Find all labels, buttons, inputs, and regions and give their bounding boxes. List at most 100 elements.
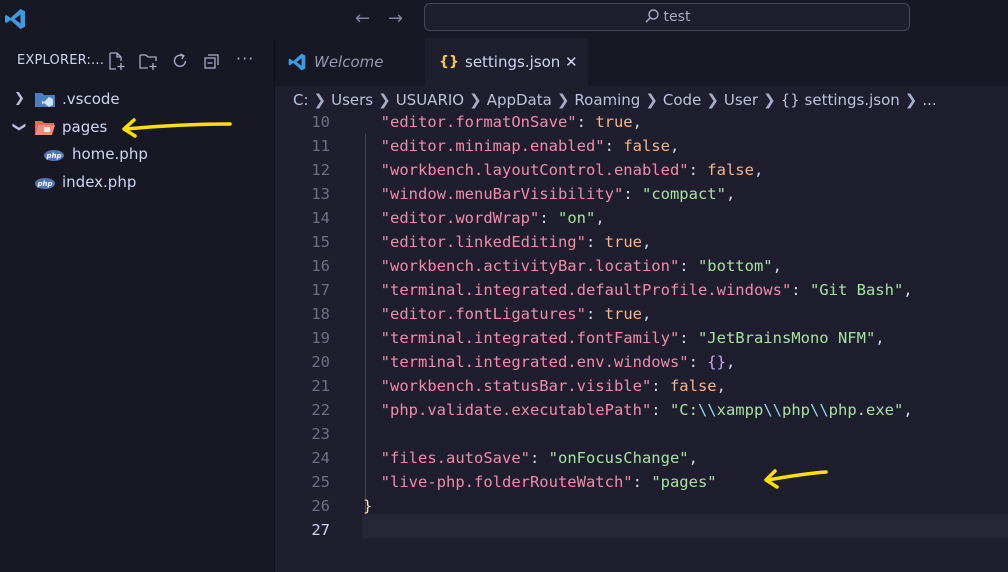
code-line[interactable]: 15 "editor.linkedEditing": true,	[275, 230, 1008, 254]
search-icon	[645, 9, 659, 23]
code-line[interactable]: 16 "workbench.activityBar.location": "bo…	[275, 254, 1008, 278]
tree-file-home-php[interactable]: php home.php	[0, 140, 274, 168]
tree-item-label: index.php	[62, 173, 137, 191]
editor-tabs: Welcome {} settings.json ✕	[275, 38, 1008, 86]
code-line[interactable]: 11 "editor.minimap.enabled": false,	[275, 134, 1008, 158]
json-value: "pages"	[651, 473, 717, 491]
line-number: 10	[311, 113, 330, 131]
json-punct: ,	[688, 449, 698, 467]
json-key: "editor.fontLigatures"	[380, 305, 586, 323]
svg-text:php: php	[45, 152, 61, 160]
code-text: "editor.minimap.enabled": false,	[380, 137, 680, 155]
line-number: 15	[311, 233, 330, 251]
forward-arrow-icon[interactable]: →	[388, 8, 403, 29]
tree-file-index-php[interactable]: php index.php	[0, 168, 274, 196]
collapse-all-icon[interactable]	[202, 51, 222, 71]
code-text: "window.menuBarVisibility": "compact",	[380, 185, 736, 203]
line-number: 13	[311, 185, 330, 203]
tab-label: Welcome	[314, 53, 384, 71]
code-line[interactable]: 13 "window.menuBarVisibility": "compact"…	[275, 182, 1008, 206]
tree-item-label: .vscode	[62, 90, 120, 108]
line-number: 16	[311, 257, 330, 275]
json-punct: ,	[641, 233, 652, 251]
code-line[interactable]: 19 "terminal.integrated.fontFamily": "Je…	[275, 326, 1008, 350]
json-punct: ,	[772, 257, 782, 275]
php-file-icon: php	[44, 150, 64, 161]
breadcrumb-item[interactable]: {} settings.json	[781, 91, 900, 109]
close-icon[interactable]: ✕	[565, 38, 578, 86]
chevron-down-icon: ❯	[11, 121, 27, 133]
json-value: true	[604, 305, 642, 323]
svg-text:php: php	[36, 180, 52, 188]
json-value: "onFocusChange"	[548, 449, 689, 467]
code-line[interactable]: 25 "live-php.folderRouteWatch": "pages"	[275, 470, 1008, 494]
json-value: false	[623, 137, 670, 155]
code-line[interactable]: 20 "terminal.integrated.env.windows": {}…	[275, 350, 1008, 374]
code-line[interactable]: 26}	[275, 494, 1008, 518]
json-key: "terminal.integrated.defaultProfile.wind…	[380, 281, 792, 299]
pages-folder-open-icon	[35, 121, 55, 135]
breadcrumb: C: ❯ Users ❯ USUARIO ❯ AppData ❯ Roaming ❯ Code ❯ Us…	[293, 88, 937, 112]
breadcrumb-item[interactable]: Roaming	[574, 91, 640, 109]
code-line[interactable]: 27	[275, 518, 1008, 542]
tree-item-label: pages	[62, 118, 108, 136]
code-line[interactable]: 23	[275, 422, 1008, 446]
code-line[interactable]: 22 "php.validate.executablePath": "C:\\x…	[275, 398, 1008, 422]
search-text: test	[663, 9, 691, 25]
tree-folder-vscode[interactable]: ❯ .vscode	[0, 85, 274, 113]
code-line[interactable]: 14 "editor.wordWrap": "on",	[275, 206, 1008, 230]
code-line[interactable]: 17 "terminal.integrated.defaultProfile.w…	[275, 278, 1008, 302]
json-value: false	[707, 161, 754, 179]
new-file-icon[interactable]	[106, 51, 126, 71]
json-punct: ,	[903, 281, 913, 299]
refresh-icon[interactable]	[170, 51, 190, 71]
code-text: "workbench.activityBar.location": "botto…	[380, 257, 782, 275]
json-value: false	[669, 377, 717, 395]
breadcrumb-separator-icon: ❯	[763, 91, 776, 109]
breadcrumb-separator-icon: ❯	[645, 91, 658, 109]
annotation-arrow-icon	[122, 118, 232, 138]
code-text: "workbench.layoutControl.enabled": false…	[380, 161, 764, 179]
line-number: 14	[311, 209, 330, 227]
code-text: "editor.fontLigatures": true,	[380, 305, 652, 323]
code-text: "editor.formatOnSave": true,	[380, 113, 642, 131]
line-number: 12	[311, 161, 330, 179]
line-number: 20	[311, 353, 330, 371]
command-center-search[interactable]: test	[424, 3, 910, 31]
code-text: "terminal.integrated.env.windows": {},	[380, 353, 736, 371]
code-line[interactable]: 21 "workbench.statusBar.visible": false,	[275, 374, 1008, 398]
breadcrumb-item[interactable]: Code	[663, 91, 701, 109]
editor-area[interactable]: C: ❯ Users ❯ USUARIO ❯ AppData ❯ Roaming ❯ Code ❯ Us…	[275, 86, 1008, 572]
json-key: "editor.linkedEditing"	[380, 233, 586, 251]
json-punct: ,	[595, 209, 605, 227]
breadcrumb-item[interactable]: C:	[293, 91, 309, 109]
new-folder-icon[interactable]	[138, 51, 158, 71]
code-line[interactable]: 10 "editor.formatOnSave": true,	[275, 110, 1008, 134]
breadcrumb-item[interactable]: Users	[331, 91, 373, 109]
code-line[interactable]: 24 "files.autoSave": "onFocusChange",	[275, 446, 1008, 470]
breadcrumb-item[interactable]: User	[724, 91, 758, 109]
json-key: "php.validate.executablePath"	[380, 401, 652, 419]
vscode-logo-icon	[288, 53, 306, 71]
json-key: "terminal.integrated.fontFamily"	[380, 329, 680, 347]
breadcrumb-item[interactable]: USUARIO	[396, 91, 464, 109]
more-actions-icon[interactable]: ···	[236, 49, 256, 69]
code-line[interactable]: 12 "workbench.layoutControl.enabled": fa…	[275, 158, 1008, 182]
breadcrumb-item[interactable]: AppData	[487, 91, 552, 109]
breadcrumb-separator-icon: ❯	[313, 91, 327, 109]
json-value: true	[595, 113, 633, 131]
chevron-right-icon: ❯	[14, 91, 25, 106]
line-number: 27	[311, 521, 330, 539]
breadcrumb-item[interactable]: ...	[922, 91, 936, 109]
breadcrumb-separator-icon: ❯	[378, 91, 391, 109]
code-line[interactable]: 18 "editor.fontLigatures": true,	[275, 302, 1008, 326]
line-number: 26	[311, 497, 330, 515]
breadcrumb-separator-icon: ❯	[469, 91, 482, 109]
tab-welcome[interactable]: Welcome	[275, 38, 423, 86]
tab-settings-json[interactable]: {} settings.json ✕	[425, 38, 588, 86]
breadcrumb-separator-icon: ❯	[706, 91, 719, 109]
json-value: "Git Bash"	[809, 281, 904, 299]
back-arrow-icon[interactable]: ←	[355, 8, 370, 29]
line-number: 21	[311, 377, 330, 395]
json-value: "compact"	[641, 185, 726, 203]
